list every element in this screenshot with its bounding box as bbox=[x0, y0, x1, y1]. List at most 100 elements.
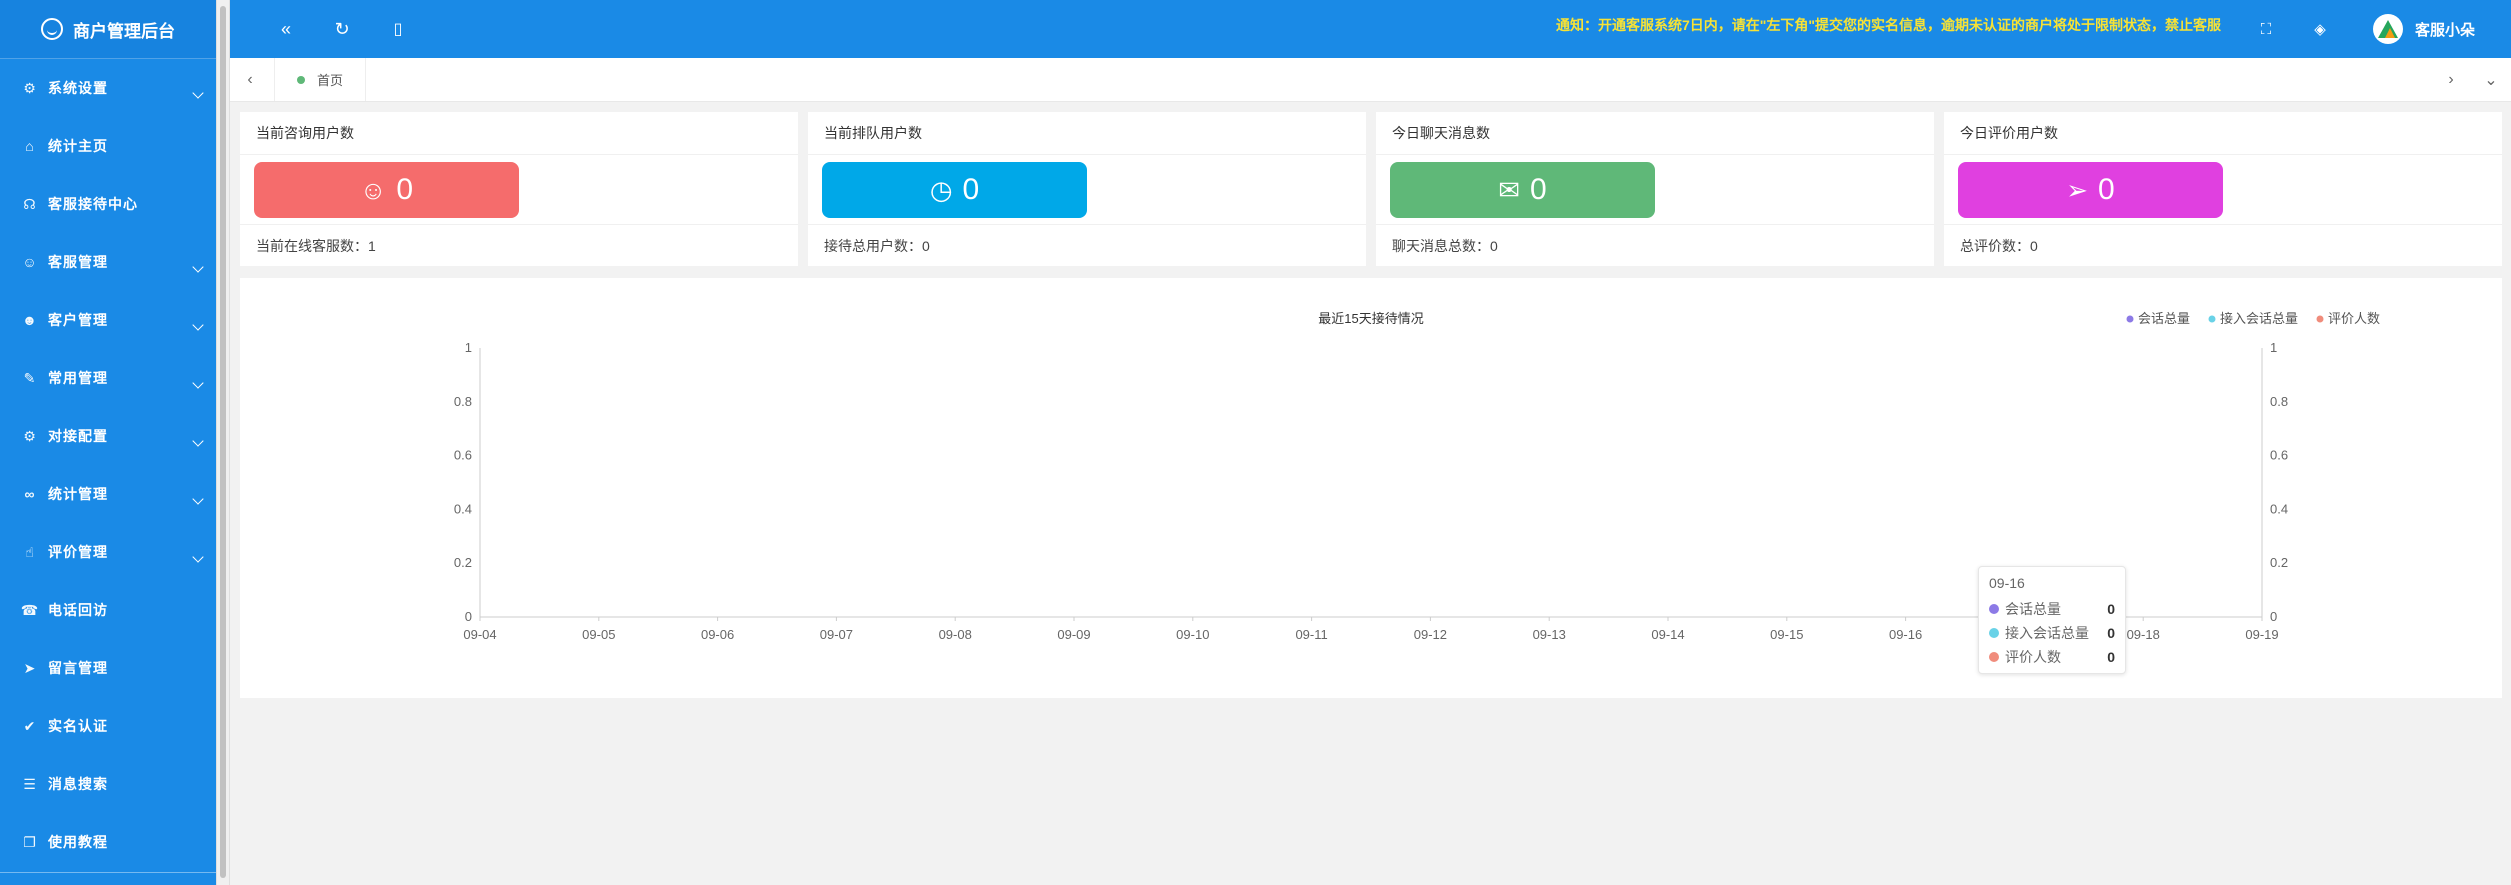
mobile-icon[interactable]: ▯ bbox=[378, 0, 418, 58]
paper-plane-icon: ➢ bbox=[2066, 174, 2089, 205]
chevron-down-icon bbox=[192, 551, 204, 563]
chart-panel: 最近15天接待情况 0 0 0.2 0.2 0.4 0.4 0.6 0.6 0.8 0.8 1 1 09-… bbox=[240, 278, 2502, 698]
scrollbar-thumb[interactable] bbox=[220, 6, 226, 878]
sidebar-item-label: 常用管理 bbox=[48, 370, 108, 386]
card-footer: 当前在线客服数：1 bbox=[240, 224, 798, 267]
card-title: 当前排队用户数 bbox=[808, 112, 1366, 155]
card-title: 当前咨询用户数 bbox=[240, 112, 798, 155]
card-value: 0 bbox=[396, 173, 414, 206]
sidebar-item-12[interactable]: ☰ 消息搜索 bbox=[0, 755, 216, 813]
y-tick-label-left: 1 bbox=[465, 340, 472, 355]
x-tick-label: 09-05 bbox=[582, 627, 615, 642]
legend-marker bbox=[2316, 315, 2324, 323]
legend-marker bbox=[2208, 315, 2216, 323]
username: 客服小朵 bbox=[2414, 21, 2475, 39]
send-icon: ➤ bbox=[23, 659, 37, 676]
y-tick-label-right: 0.6 bbox=[2270, 448, 2288, 463]
y-tick-label-left: 0.6 bbox=[454, 448, 472, 463]
x-tick-label: 09-04 bbox=[463, 627, 496, 642]
y-tick-label-right: 0.2 bbox=[2270, 555, 2288, 570]
sidebar-item-label: 电话回访 bbox=[48, 602, 108, 618]
sidebar-item-8[interactable]: ☝ 评价管理 bbox=[0, 523, 216, 581]
x-tick-label: 09-10 bbox=[1176, 627, 1209, 642]
tabs-prev-icon[interactable]: ‹ bbox=[230, 58, 270, 101]
sidebar-divider bbox=[0, 872, 216, 873]
card-value: 0 bbox=[962, 173, 980, 206]
sidebar-item-6[interactable]: ⚙ 对接配置 bbox=[0, 407, 216, 465]
sidebar-item-label: 留言管理 bbox=[48, 660, 108, 676]
shield-icon: ✔ bbox=[23, 717, 37, 734]
y-tick-label-left: 0.4 bbox=[454, 501, 472, 516]
card-footer: 接待总用户数：0 bbox=[808, 224, 1366, 267]
x-tick-label: 09-11 bbox=[1295, 627, 1327, 642]
headset-icon: ☊ bbox=[23, 195, 37, 212]
legend-label: 会话总量 bbox=[2138, 311, 2190, 326]
tabs-dropdown-icon[interactable]: ⌄ bbox=[2471, 58, 2511, 101]
thumb-icon: ☝ bbox=[25, 543, 35, 560]
smile-icon: ☺ bbox=[359, 174, 387, 205]
sidebar-item-1[interactable]: ⌂ 统计主页 bbox=[0, 117, 216, 175]
x-tick-label: 09-16 bbox=[1889, 627, 1922, 642]
sidebar-item-5[interactable]: ✎ 常用管理 bbox=[0, 349, 216, 407]
chip-icon: ⚙ bbox=[23, 427, 37, 444]
layers-icon[interactable]: ◈ bbox=[2300, 0, 2340, 58]
app-logo[interactable]: 商户管理后台 bbox=[0, 0, 216, 59]
card-title: 今日聊天消息数 bbox=[1376, 112, 1934, 155]
sidebar-item-label: 客户管理 bbox=[48, 312, 108, 328]
sidebar-item-13[interactable]: ❐ 使用教程 bbox=[0, 813, 216, 871]
tooltip-series-value: 0 bbox=[2107, 625, 2115, 641]
sidebar-item-9[interactable]: ☎ 电话回访 bbox=[0, 581, 216, 639]
y-tick-label-left: 0.2 bbox=[454, 555, 472, 570]
fullscreen-icon[interactable]: ⛶ bbox=[2246, 0, 2286, 58]
card-value: 0 bbox=[2098, 173, 2115, 206]
users-icon: ☻ bbox=[22, 312, 38, 328]
sidebar-item-11[interactable]: ✔ 实名认证 bbox=[0, 697, 216, 755]
sidebar-item-4[interactable]: ☻ 客户管理 bbox=[0, 291, 216, 349]
sidebar-item-label: 系统设置 bbox=[48, 80, 108, 96]
sidebar-item-10[interactable]: ➤ 留言管理 bbox=[0, 639, 216, 697]
tab-home[interactable]: 首页 bbox=[274, 58, 367, 101]
sidebar-item-3[interactable]: ☺ 客服管理 bbox=[0, 233, 216, 291]
card-value-box[interactable]: ✉ 0 bbox=[1390, 162, 1655, 218]
card-value-box[interactable]: ◷ 0 bbox=[822, 162, 1087, 218]
chevron-down-icon bbox=[192, 87, 204, 99]
smile-logo-icon bbox=[41, 18, 63, 40]
x-tick-label: 09-15 bbox=[1770, 627, 1803, 642]
y-tick-label-right: 1 bbox=[2270, 340, 2277, 355]
y-tick-label-right: 0.4 bbox=[2270, 501, 2288, 516]
top-bar: « ↻ ▯ 通知：开通客服系统7日内，请在"左下角"提交您的实名信息，逾期未认证… bbox=[230, 0, 2511, 58]
tooltip-row: 接入会话总量 0 bbox=[1989, 621, 2115, 645]
card-value-box[interactable]: ☺ 0 bbox=[254, 162, 519, 218]
sidebar: 商户管理后台 ⚙ 系统设置 ⌂ 统计主页 ☊ 客服接待中心 ☺ 客服管理 ☻ 客户管理 ✎ 常用管理 ⚙… bbox=[0, 0, 216, 885]
sidebar-menu: ⚙ 系统设置 ⌂ 统计主页 ☊ 客服接待中心 ☺ 客服管理 ☻ 客户管理 ✎ 常用管理 ⚙ 对接配置 ∞ 统计… bbox=[0, 59, 216, 871]
sidebar-item-0[interactable]: ⚙ 系统设置 bbox=[0, 59, 216, 117]
sidebar-scrollbar[interactable] bbox=[216, 0, 230, 885]
sidebar-item-7[interactable]: ∞ 统计管理 bbox=[0, 465, 216, 523]
chevron-down-icon bbox=[192, 261, 204, 273]
user-menu[interactable]: 客服小朵 bbox=[2372, 0, 2475, 58]
refresh-icon[interactable]: ↻ bbox=[322, 0, 362, 58]
gear-icon: ⚙ bbox=[23, 79, 37, 96]
reception-chart: 最近15天接待情况 0 0 0.2 0.2 0.4 0.4 0.6 0.6 0.8 0.8 1 1 09-… bbox=[454, 311, 2380, 642]
chat-icon: ✉ bbox=[1498, 174, 1521, 205]
sidebar-item-label: 统计主页 bbox=[48, 138, 108, 154]
stat-card: 今日聊天消息数 ✉ 0 聊天消息总数：0 bbox=[1376, 112, 1934, 266]
series-dot bbox=[1989, 652, 1999, 662]
tabs-bar: ‹ 首页 › ⌄ bbox=[230, 58, 2511, 102]
tabs-next-icon[interactable]: › bbox=[2431, 58, 2471, 101]
sidebar-item-2[interactable]: ☊ 客服接待中心 bbox=[0, 175, 216, 233]
legend-label: 接入会话总量 bbox=[2220, 311, 2298, 326]
app-title: 商户管理后台 bbox=[73, 21, 175, 41]
chevron-down-icon bbox=[192, 319, 204, 331]
card-value-box[interactable]: ➢ 0 bbox=[1958, 162, 2223, 218]
stat-card: 今日评价用户数 ➢ 0 总评价数：0 bbox=[1944, 112, 2502, 266]
card-footer: 聊天消息总数：0 bbox=[1376, 224, 1934, 267]
tab-home-label: 首页 bbox=[317, 73, 344, 88]
sidebar-item-label: 客服管理 bbox=[48, 254, 108, 270]
stat-cards: 当前咨询用户数 ☺ 0 当前在线客服数：1 当前排队用户数 ◷ 0 接待总用户数：0 今日聊天消… bbox=[240, 112, 2502, 266]
link-icon: ∞ bbox=[24, 486, 36, 502]
clock-icon: ◷ bbox=[929, 174, 953, 205]
x-tick-label: 09-07 bbox=[820, 627, 853, 642]
collapse-sidebar-icon[interactable]: « bbox=[266, 0, 306, 58]
sidebar-item-label: 实名认证 bbox=[48, 718, 108, 734]
